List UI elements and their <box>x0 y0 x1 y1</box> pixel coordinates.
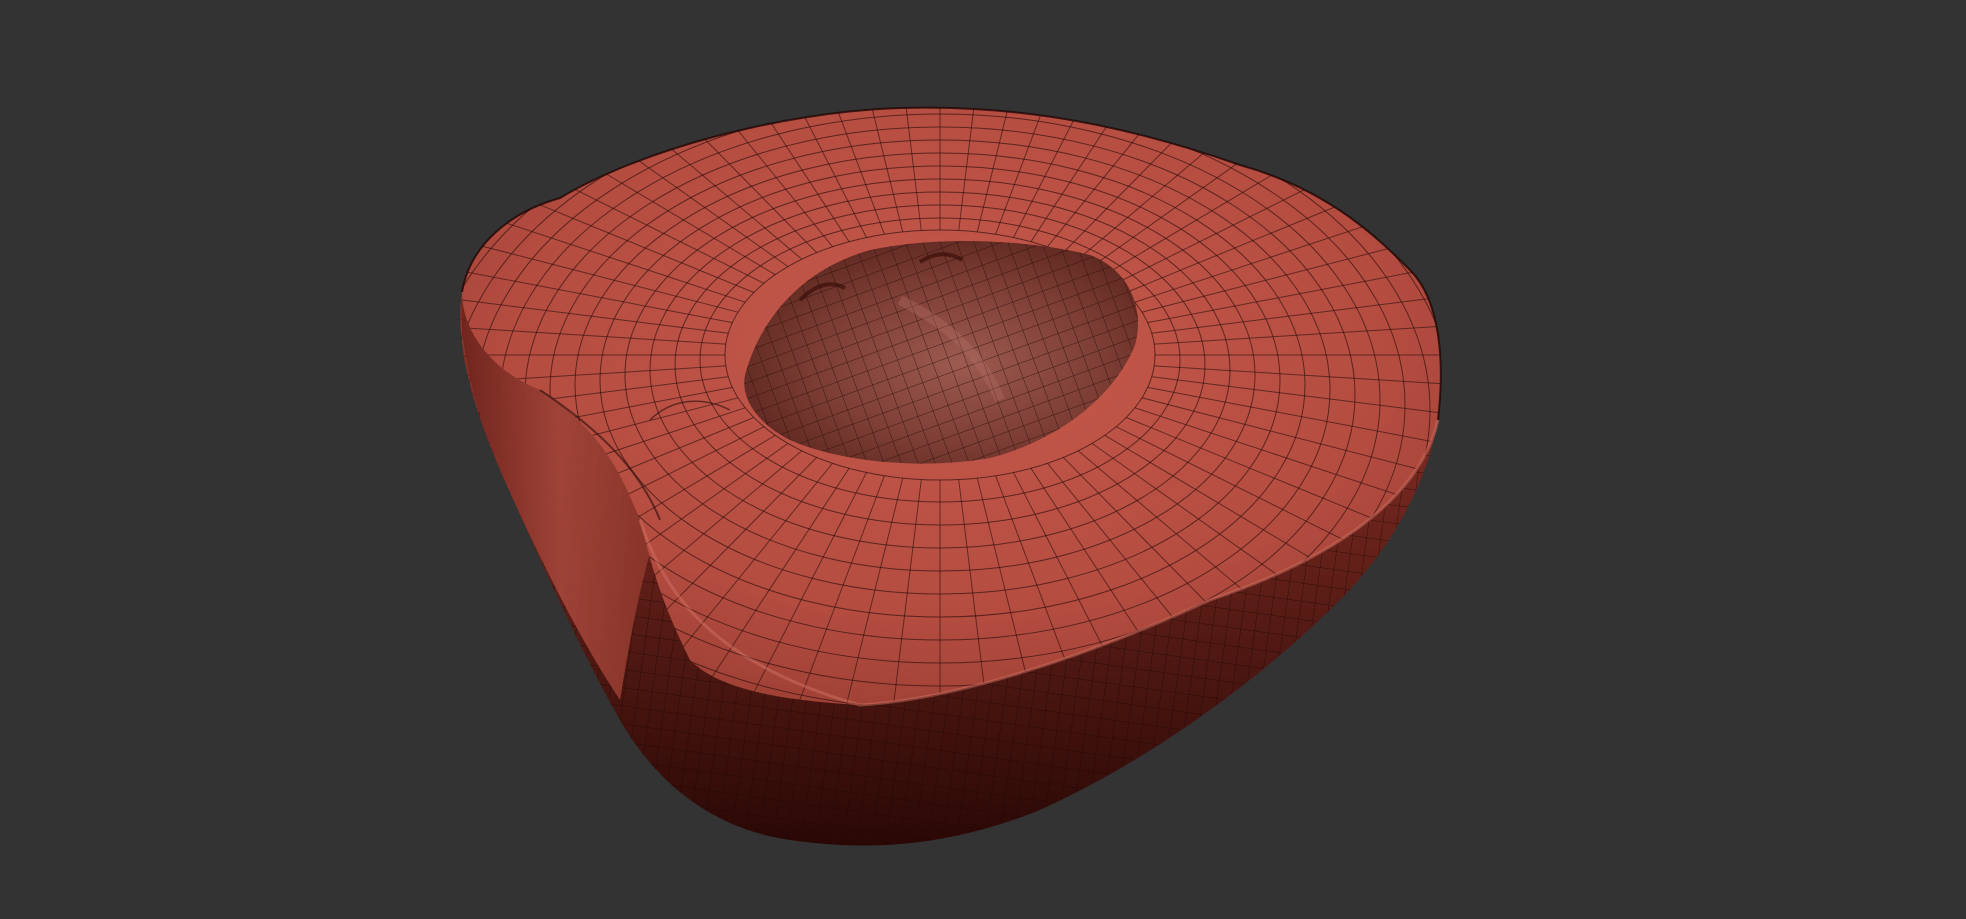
mesh-render <box>460 106 1442 846</box>
3d-viewport[interactable] <box>0 0 1966 919</box>
